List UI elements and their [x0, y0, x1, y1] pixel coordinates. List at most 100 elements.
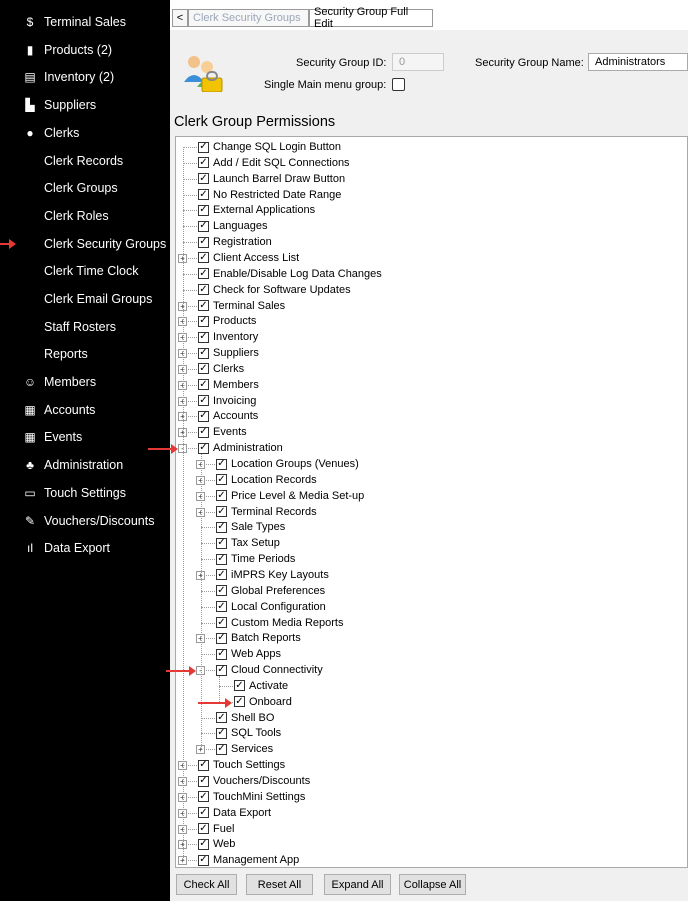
tree-item[interactable]: ✓ Registration — [198, 234, 272, 250]
sidebar-subitem-staff-rosters[interactable]: Staff Rosters — [0, 315, 170, 339]
tree-item[interactable]: ✓ Suppliers — [198, 345, 259, 361]
permission-checkbox[interactable]: ✓ — [234, 696, 245, 708]
permission-checkbox[interactable]: ✓ — [198, 791, 209, 803]
sidebar-item-accounts[interactable]: ▦ Accounts — [0, 398, 170, 422]
permission-checkbox[interactable]: ✓ — [198, 410, 209, 422]
reset-all-button[interactable]: Reset All — [246, 874, 313, 895]
permission-checkbox[interactable]: ✓ — [216, 585, 227, 597]
permission-checkbox[interactable]: ✓ — [216, 458, 227, 470]
permission-checkbox[interactable]: ✓ — [216, 648, 227, 660]
permission-checkbox[interactable]: ✓ — [216, 490, 227, 502]
tree-item[interactable]: ✓ Fuel — [198, 821, 234, 837]
tree-item[interactable]: ✓ Services — [216, 741, 273, 757]
sidebar-subitem-clerk-time-clock[interactable]: Clerk Time Clock — [0, 259, 170, 283]
tree-item[interactable]: ✓ Local Configuration — [216, 599, 326, 615]
tree-item[interactable]: ✓ Global Preferences — [216, 583, 325, 599]
permission-checkbox[interactable]: ✓ — [198, 236, 209, 248]
tree-item[interactable]: ✓ Web Apps — [216, 646, 281, 662]
sidebar-item-products-[interactable]: ▮ Products (2) — [0, 38, 170, 62]
permission-checkbox[interactable]: ✓ — [198, 442, 209, 454]
permission-checkbox[interactable]: ✓ — [198, 854, 209, 866]
permission-checkbox[interactable]: ✓ — [216, 617, 227, 628]
single-main-menu-checkbox[interactable] — [392, 78, 405, 91]
permission-checkbox[interactable]: ✓ — [234, 680, 245, 692]
tree-item[interactable]: ✓ Inventory — [198, 329, 258, 345]
tree-item[interactable]: ✓ Add / Edit SQL Connections — [198, 155, 350, 171]
tree-item[interactable]: ✓ Terminal Sales — [198, 298, 285, 314]
tree-item[interactable]: ✓ Clerks — [198, 361, 244, 377]
tree-item[interactable]: ✓ Check for Software Updates — [198, 282, 351, 298]
tree-item[interactable]: ✓ Management App — [198, 852, 299, 867]
permission-checkbox[interactable]: ✓ — [216, 712, 227, 724]
permission-checkbox[interactable]: ✓ — [198, 363, 209, 375]
permission-checkbox[interactable]: ✓ — [198, 775, 209, 787]
permission-checkbox[interactable]: ✓ — [198, 300, 209, 311]
tree-item[interactable]: ✓ Accounts — [198, 408, 258, 424]
permission-checkbox[interactable]: ✓ — [216, 569, 227, 581]
sidebar-subitem-clerk-groups[interactable]: Clerk Groups — [0, 176, 170, 200]
tree-item[interactable]: ✓ Onboard — [234, 694, 292, 710]
tree-item[interactable]: ✓ Vouchers/Discounts — [198, 773, 310, 789]
permission-checkbox[interactable]: ✓ — [216, 553, 227, 565]
tree-item[interactable]: ✓ No Restricted Date Range — [198, 187, 341, 203]
permission-checkbox[interactable]: ✓ — [198, 220, 209, 232]
tree-item[interactable]: ✓ Languages — [198, 218, 267, 234]
permission-checkbox[interactable]: ✓ — [216, 664, 227, 676]
tree-item[interactable]: ✓ Web — [198, 836, 235, 852]
permission-checkbox[interactable]: ✓ — [198, 395, 209, 407]
sidebar-item-vouchers-discounts[interactable]: ✎ Vouchers/Discounts — [0, 509, 170, 533]
permission-checkbox[interactable]: ✓ — [216, 537, 227, 549]
permission-checkbox[interactable]: ✓ — [216, 521, 227, 533]
tree-item[interactable]: ✓ Invoicing — [198, 393, 256, 409]
sidebar-subitem-clerk-roles[interactable]: Clerk Roles — [0, 204, 170, 228]
sidebar-item-inventory-[interactable]: ▤ Inventory (2) — [0, 65, 170, 89]
tree-item[interactable]: ✓ Launch Barrel Draw Button — [198, 171, 345, 187]
tree-item[interactable]: ✓ Custom Media Reports — [216, 615, 344, 631]
tab-clerk-security-groups[interactable]: Clerk Security Groups — [188, 9, 309, 27]
tree-item[interactable]: ✓ Activate — [234, 678, 288, 694]
sidebar-subitem-reports[interactable]: Reports — [0, 342, 170, 366]
sidebar-subitem-clerk-email-groups[interactable]: Clerk Email Groups — [0, 287, 170, 311]
permission-checkbox[interactable]: ✓ — [198, 141, 209, 153]
tree-item[interactable]: ✓ Tax Setup — [216, 535, 280, 551]
sidebar-item-members[interactable]: ☺ Members — [0, 370, 170, 394]
tree-item[interactable]: ✓ Cloud Connectivity — [216, 662, 323, 678]
tree-item[interactable]: ✓ SQL Tools — [216, 725, 281, 741]
permission-checkbox[interactable]: ✓ — [216, 632, 227, 644]
tree-item[interactable]: ✓ Products — [198, 313, 256, 329]
permission-checkbox[interactable]: ✓ — [216, 601, 227, 613]
permission-checkbox[interactable]: ✓ — [198, 157, 209, 169]
check-all-button[interactable]: Check All — [176, 874, 237, 895]
permission-checkbox[interactable]: ✓ — [198, 189, 209, 201]
sidebar-subitem-clerk-records[interactable]: Clerk Records — [0, 149, 170, 173]
tree-item[interactable]: ✓ TouchMini Settings — [198, 789, 305, 805]
tree-item[interactable]: ✓ Price Level & Media Set-up — [216, 488, 364, 504]
permission-checkbox[interactable]: ✓ — [198, 347, 209, 359]
tree-item[interactable]: ✓ Data Export — [198, 805, 271, 821]
collapse-all-button[interactable]: Collapse All — [399, 874, 466, 895]
sidebar-item-data-export[interactable]: ıl Data Export — [0, 536, 170, 560]
tree-item[interactable]: ✓ Change SQL Login Button — [198, 139, 341, 155]
permission-checkbox[interactable]: ✓ — [198, 173, 209, 185]
permission-checkbox[interactable]: ✓ — [198, 315, 209, 327]
sidebar-subitem-clerk-security-groups[interactable]: Clerk Security Groups — [0, 232, 170, 256]
sidebar-item-administration[interactable]: ♣ Administration — [0, 453, 170, 477]
permission-checkbox[interactable]: ✓ — [198, 331, 209, 343]
permission-checkbox[interactable]: ✓ — [198, 426, 209, 438]
tree-item[interactable]: ✓ Shell BO — [216, 710, 274, 726]
permission-checkbox[interactable]: ✓ — [198, 204, 209, 216]
sidebar-item-touch-settings[interactable]: ▭ Touch Settings — [0, 481, 170, 505]
permission-checkbox[interactable]: ✓ — [198, 823, 209, 835]
sidebar-item-events[interactable]: ▦ Events — [0, 425, 170, 449]
tree-item[interactable]: ✓ Terminal Records — [216, 504, 317, 520]
expand-all-button[interactable]: Expand All — [324, 874, 391, 895]
permission-checkbox[interactable]: ✓ — [198, 268, 209, 280]
tree-item[interactable]: ✓ iMPRS Key Layouts — [216, 567, 329, 583]
permission-checkbox[interactable]: ✓ — [198, 379, 209, 391]
permission-checkbox[interactable]: ✓ — [216, 743, 227, 755]
tree-item[interactable]: ✓ External Applications — [198, 202, 315, 218]
permission-checkbox[interactable]: ✓ — [198, 252, 209, 264]
tree-item[interactable]: ✓ Members — [198, 377, 259, 393]
tree-item[interactable]: ✓ Enable/Disable Log Data Changes — [198, 266, 382, 282]
permission-checkbox[interactable]: ✓ — [198, 759, 209, 771]
